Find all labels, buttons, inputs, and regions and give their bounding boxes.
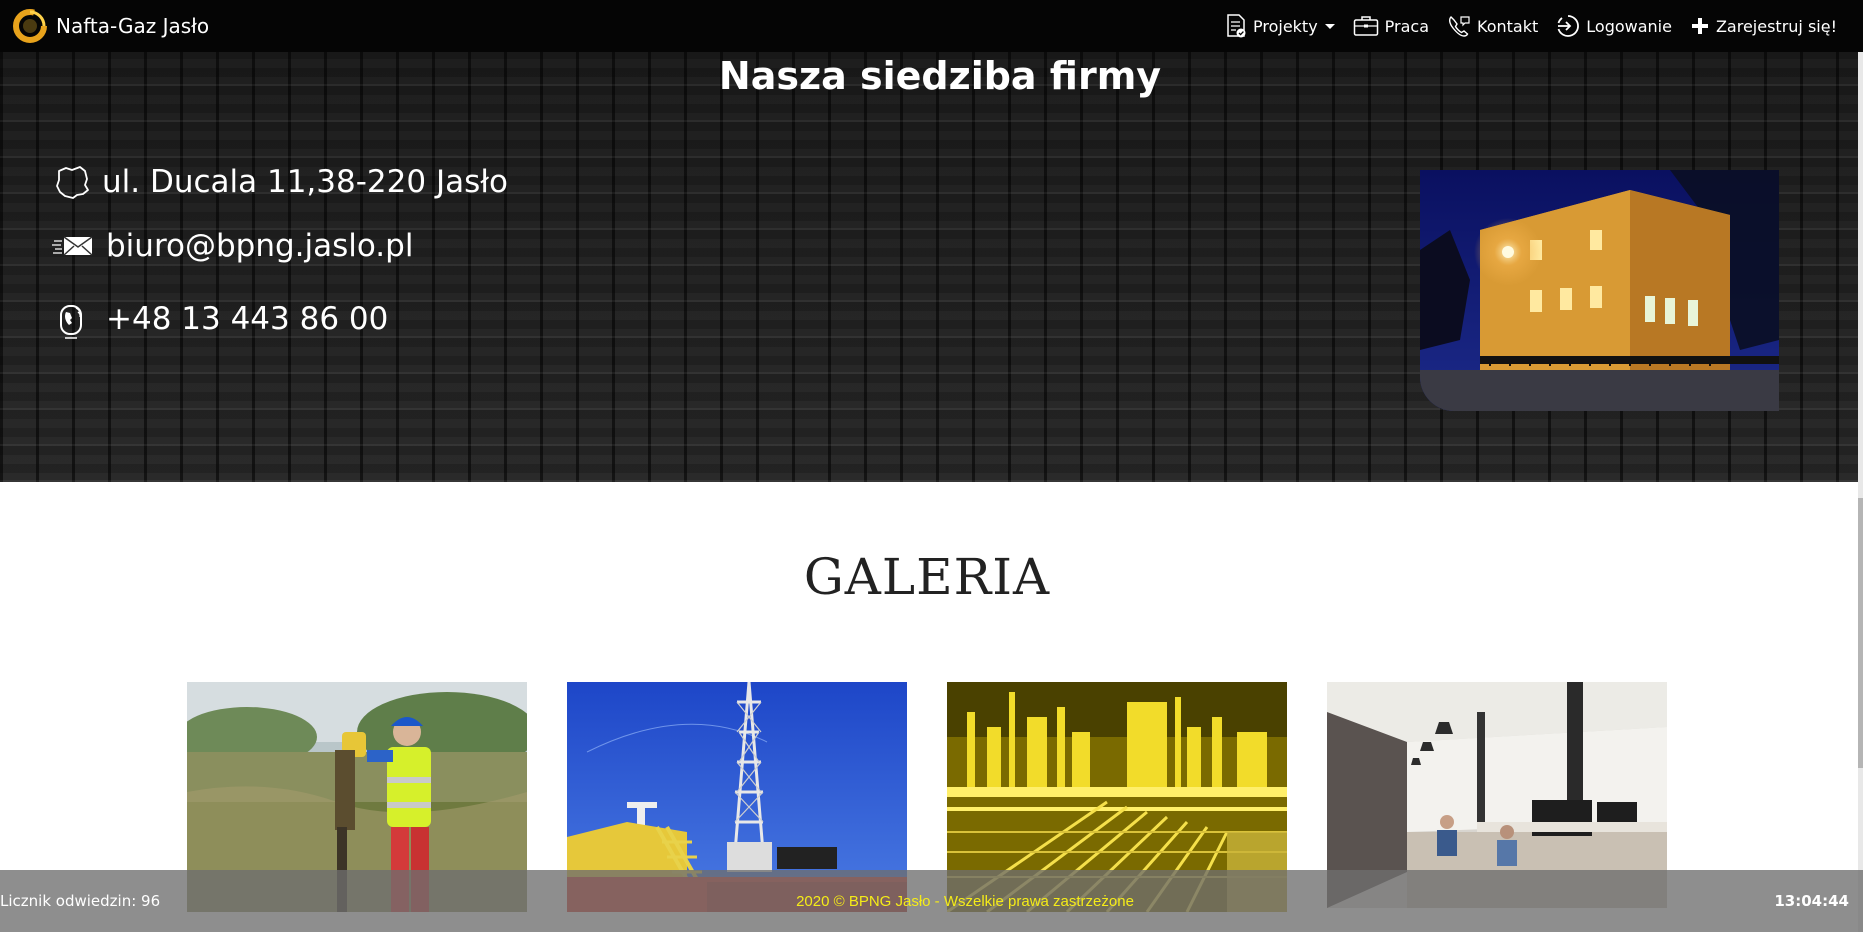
email-row: biuro@bpng.jaslo.pl <box>52 228 413 264</box>
nav-projekty-dropdown[interactable]: Projekty <box>1225 14 1335 38</box>
nav-menu: Projekty Praca Kontakt Logowanie Zarejes… <box>1225 14 1863 38</box>
chevron-down-icon <box>1324 23 1335 29</box>
nav-kontakt-label: Kontakt <box>1477 16 1539 36</box>
nav-logowanie[interactable]: Logowanie <box>1556 14 1672 38</box>
mobile-phone-icon <box>60 305 82 339</box>
clock-time: 13:04:44 <box>1774 892 1849 910</box>
building-image <box>1420 170 1779 411</box>
navbar: Nafta-Gaz Jasło Projekty Praca Kontakt L… <box>0 0 1863 52</box>
envelope-icon <box>52 236 93 256</box>
poland-map-icon <box>56 166 89 199</box>
company-logo-icon <box>13 9 47 43</box>
nav-logowanie-label: Logowanie <box>1586 16 1672 36</box>
nav-praca[interactable]: Praca <box>1353 15 1429 37</box>
nav-praca-label: Praca <box>1384 16 1430 36</box>
scrollbar-thumb[interactable] <box>1858 498 1863 768</box>
address-text: ul. Ducala 11,38-220 Jasło <box>102 164 509 200</box>
phone-icon <box>1449 16 1470 37</box>
nav-zarejestruj-label: Zarejestruj się! <box>1715 16 1837 36</box>
gallery-title: GALERIA <box>803 548 1051 606</box>
brand-link[interactable]: Nafta-Gaz Jasło <box>0 8 209 44</box>
brand-name: Nafta-Gaz Jasło <box>56 14 210 38</box>
email-text[interactable]: biuro@bpng.jaslo.pl <box>106 228 413 264</box>
copyright-text: 2020 © BPNG Jasło - Wszelkie prawa zastr… <box>796 892 1134 910</box>
footer: Licznik odwiedzin: 96 2020 © BPNG Jasło … <box>0 870 1863 932</box>
document-check-icon <box>1227 14 1246 38</box>
headquarters-section: Nasza siedziba firmy ul. Ducala 11,38-22… <box>0 52 1858 482</box>
plus-icon <box>1691 18 1708 34</box>
briefcase-icon <box>1353 16 1378 36</box>
headquarters-title: Nasza siedziba firmy <box>718 54 1162 98</box>
headquarters-building-photo <box>1420 170 1779 411</box>
phone-row: +48 13 443 86 00 <box>52 298 388 340</box>
phone-text[interactable]: +48 13 443 86 00 <box>106 301 388 337</box>
nav-zarejestruj[interactable]: Zarejestruj się! <box>1690 16 1837 36</box>
nav-projekty-label: Projekty <box>1252 16 1318 36</box>
nav-kontakt[interactable]: Kontakt <box>1447 14 1538 38</box>
login-icon <box>1557 15 1580 37</box>
address-row: ul. Ducala 11,38-220 Jasło <box>52 162 508 202</box>
page-scrollbar[interactable] <box>1858 0 1863 932</box>
